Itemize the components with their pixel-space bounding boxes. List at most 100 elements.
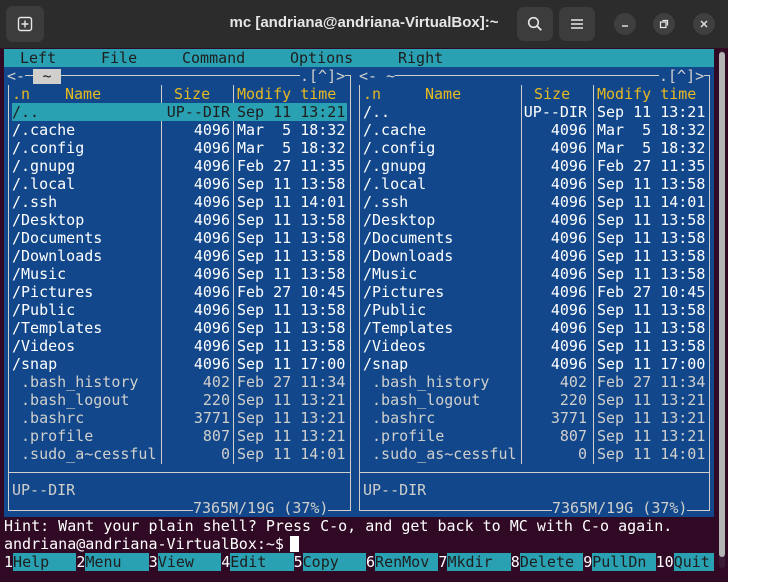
- right-panel-corner-marker[interactable]: <- ~: [359, 67, 396, 85]
- file-row[interactable]: /Videos 4096 Sep 11 13:58: [12, 337, 347, 355]
- search-button[interactable]: [517, 7, 553, 41]
- menu-options[interactable]: Options: [290, 49, 353, 67]
- right-panel-history-marker[interactable]: .[^]>: [659, 67, 705, 85]
- file-row[interactable]: .bash_history 402 Feb 27 11:34: [363, 373, 705, 391]
- fkey-label: Mkdir: [447, 553, 511, 571]
- file-row[interactable]: .sudo_a~cessful 0 Sep 11 14:01: [12, 445, 347, 463]
- fkey-menu[interactable]: 2 Menu: [76, 553, 149, 571]
- file-modify-time: Sep 11 13:58: [597, 301, 706, 319]
- fkey-label: Help: [13, 553, 77, 571]
- file-row[interactable]: /.ssh 4096 Sep 11 14:01: [363, 193, 705, 211]
- minimize-button[interactable]: [614, 13, 636, 35]
- file-row[interactable]: /.config 4096 Mar 5 18:32: [363, 139, 705, 157]
- file-row[interactable]: .profile 807 Sep 11 13:21: [363, 427, 705, 445]
- file-size: 4096: [550, 229, 587, 247]
- file-size: 220: [559, 391, 587, 409]
- scrollbar-thumb[interactable]: [719, 52, 725, 557]
- left-header-sort[interactable]: .n: [12, 85, 30, 103]
- right-header-size[interactable]: Size: [534, 85, 570, 103]
- file-row[interactable]: /Downloads 4096 Sep 11 13:58: [363, 247, 705, 265]
- file-row[interactable]: .profile 807 Sep 11 13:21: [12, 427, 347, 445]
- file-name: /Pictures: [12, 283, 94, 301]
- left-panel-history-marker[interactable]: .[^]>: [300, 67, 346, 85]
- menu-file[interactable]: File: [101, 49, 137, 67]
- left-header-size[interactable]: Size: [174, 85, 210, 103]
- file-row[interactable]: /.local 4096 Sep 11 13:58: [12, 175, 347, 193]
- file-modify-time: Sep 11 13:21: [237, 103, 346, 121]
- menu-right[interactable]: Right: [398, 49, 443, 67]
- file-row[interactable]: /Templates 4096 Sep 11 13:58: [12, 319, 347, 337]
- fkey-renmov[interactable]: 6 RenMov: [366, 553, 439, 571]
- new-tab-button[interactable]: [6, 6, 44, 42]
- file-row[interactable]: .bash_history 402 Feb 27 11:34: [12, 373, 347, 391]
- fkey-quit[interactable]: 10 Quit: [656, 553, 714, 571]
- fkey-number: 10: [655, 553, 674, 571]
- file-row[interactable]: /.. UP--DIR Sep 11 13:21: [363, 103, 705, 121]
- file-name: /Music: [363, 265, 418, 283]
- terminal-scrollbar[interactable]: [719, 50, 725, 568]
- terminal-cursor: [290, 536, 299, 552]
- file-row[interactable]: /.cache 4096 Mar 5 18:32: [363, 121, 705, 139]
- file-row[interactable]: /Templates 4096 Sep 11 13:58: [363, 319, 705, 337]
- left-panel-corner-marker[interactable]: <-: [7, 67, 26, 85]
- file-size: 4096: [193, 211, 230, 229]
- file-row[interactable]: /Desktop 4096 Sep 11 13:58: [12, 211, 347, 229]
- left-panel[interactable]: <- ~ .[^]> .n Name Size Modify time /.. U…: [4, 67, 356, 517]
- file-row[interactable]: .bashrc 3771 Sep 11 13:21: [12, 409, 347, 427]
- file-row[interactable]: /Pictures 4096 Feb 27 10:45: [363, 283, 705, 301]
- fkey-delete[interactable]: 8 Delete: [511, 553, 584, 571]
- fkey-copy[interactable]: 5 Copy: [294, 553, 366, 571]
- file-row[interactable]: /Public 4096 Sep 11 13:58: [12, 301, 347, 319]
- file-row[interactable]: .bash_logout 220 Sep 11 13:21: [12, 391, 347, 409]
- file-row[interactable]: .bash_logout 220 Sep 11 13:21: [363, 391, 705, 409]
- fkey-edit[interactable]: 4 Edit: [221, 553, 294, 571]
- file-row[interactable]: /Music 4096 Sep 11 13:58: [12, 265, 347, 283]
- file-row[interactable]: /.config 4096 Mar 5 18:32: [12, 139, 347, 157]
- file-row[interactable]: /.cache 4096 Mar 5 18:32: [12, 121, 347, 139]
- fkey-number: 9: [583, 553, 593, 571]
- right-header-name[interactable]: Name: [425, 85, 461, 103]
- shell-prompt[interactable]: andriana@andriana-VirtualBox:~$: [4, 535, 284, 553]
- file-row[interactable]: /.ssh 4096 Sep 11 14:01: [12, 193, 347, 211]
- file-row[interactable]: /Downloads 4096 Sep 11 13:58: [12, 247, 347, 265]
- maximize-button[interactable]: [653, 13, 675, 35]
- file-row[interactable]: /snap 4096 Sep 11 17:00: [363, 355, 705, 373]
- file-row[interactable]: /.gnupg 4096 Feb 27 11:35: [363, 157, 705, 175]
- file-row[interactable]: .sudo_as~cessful 0 Sep 11 14:01: [363, 445, 705, 463]
- file-row[interactable]: /Documents 4096 Sep 11 13:58: [12, 229, 347, 247]
- fkey-pulldn[interactable]: 9 PullDn: [583, 553, 656, 571]
- left-header-name[interactable]: Name: [65, 85, 101, 103]
- file-size: 3771: [550, 409, 587, 427]
- file-name: /Templates: [12, 319, 103, 337]
- menu-left[interactable]: Left: [20, 49, 56, 67]
- fkey-view[interactable]: 3 View: [149, 553, 222, 571]
- fkey-mkdir[interactable]: 7 Mkdir: [438, 553, 511, 571]
- file-modify-time: Sep 11 14:01: [597, 193, 706, 211]
- file-row[interactable]: /Pictures 4096 Feb 27 10:45: [12, 283, 347, 301]
- file-modify-time: Sep 11 13:58: [237, 211, 346, 229]
- menu-command[interactable]: Command: [182, 49, 245, 67]
- hamburger-icon: [571, 19, 583, 29]
- file-size: 4096: [193, 337, 230, 355]
- restore-icon: [659, 19, 669, 29]
- file-row[interactable]: /.local 4096 Sep 11 13:58: [363, 175, 705, 193]
- file-row[interactable]: .bashrc 3771 Sep 11 13:21: [363, 409, 705, 427]
- left-header-modify-time[interactable]: Modify time: [237, 85, 336, 103]
- right-panel[interactable]: <- ~ .[^]> .n Name Size Modify time /.. U…: [356, 67, 714, 517]
- right-header-modify-time[interactable]: Modify time: [597, 85, 696, 103]
- file-size: 4096: [550, 193, 587, 211]
- file-row[interactable]: /Public 4096 Sep 11 13:58: [363, 301, 705, 319]
- file-row[interactable]: /.gnupg 4096 Feb 27 11:35: [12, 157, 347, 175]
- left-panel-dir-tab[interactable]: ~: [33, 69, 61, 84]
- hamburger-menu-button[interactable]: [559, 7, 595, 41]
- right-header-sort[interactable]: .n: [363, 85, 381, 103]
- fkey-help[interactable]: 1 Help: [4, 553, 77, 571]
- file-size: 3771: [193, 409, 230, 427]
- file-row[interactable]: /Music 4096 Sep 11 13:58: [363, 265, 705, 283]
- file-row-selected[interactable]: /.. UP--DIR Sep 11 13:21: [12, 103, 347, 121]
- file-row[interactable]: /snap 4096 Sep 11 17:00: [12, 355, 347, 373]
- close-button[interactable]: [693, 13, 715, 35]
- file-row[interactable]: /Desktop 4096 Sep 11 13:58: [363, 211, 705, 229]
- file-row[interactable]: /Documents 4096 Sep 11 13:58: [363, 229, 705, 247]
- file-row[interactable]: /Videos 4096 Sep 11 13:58: [363, 337, 705, 355]
